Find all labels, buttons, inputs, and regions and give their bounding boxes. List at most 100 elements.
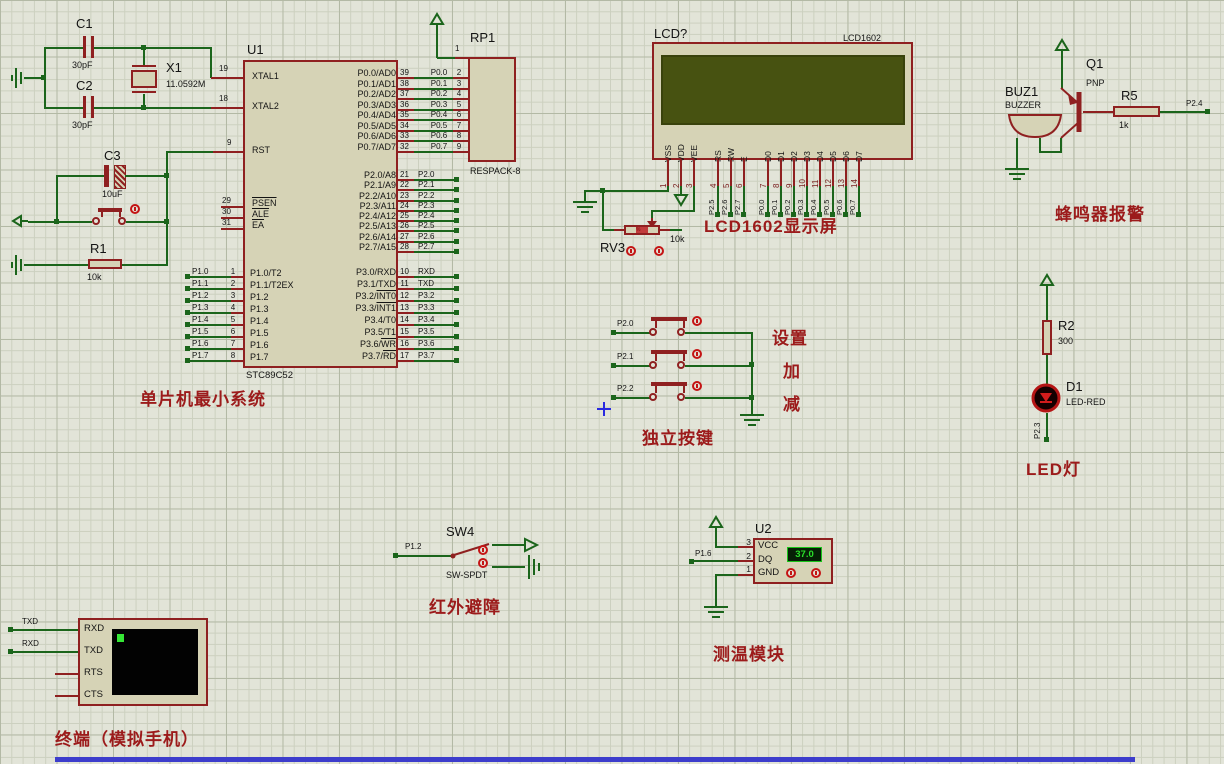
net-label: P0.1 [430, 78, 448, 88]
pin-stub [211, 77, 243, 79]
wire-segment [1016, 138, 1018, 163]
pin-name: P2.4/A12 [358, 211, 396, 222]
net-terminal [1205, 109, 1210, 114]
q1-ref: Q1 [1086, 56, 1104, 71]
net-label: P0.3 [796, 199, 805, 215]
pin-number: 8 [230, 351, 236, 360]
button-actuator[interactable] [692, 316, 702, 326]
u1-part: STC89C52 [246, 370, 293, 381]
horizontal-scrollbar[interactable] [55, 757, 1135, 762]
rv3-decrease-actuator[interactable] [626, 246, 636, 256]
net-label: P1.2 [405, 542, 422, 551]
c3-capacitor[interactable] [104, 165, 109, 187]
pin-number: 25 [400, 211, 409, 221]
wire-segment [166, 151, 168, 266]
pin-number: 4 [230, 303, 236, 312]
reset-button-actuator[interactable] [130, 204, 140, 214]
pin-number: 33 [400, 131, 409, 140]
pin-name: P0.1/AD1 [357, 78, 396, 89]
wire-segment [845, 186, 847, 214]
button-actuator[interactable] [692, 381, 702, 391]
wire-segment [210, 47, 212, 78]
button-contact[interactable] [677, 360, 685, 369]
pin-stub [55, 673, 78, 675]
pin-number: 1 [659, 183, 668, 188]
pin-name: D2 [789, 151, 799, 162]
net-label: P2.2 [617, 384, 634, 393]
rv3-increase-actuator[interactable] [654, 246, 664, 256]
button-post [119, 212, 121, 217]
terminal-screen[interactable] [112, 629, 198, 695]
pin-row: P1.1 2 P1.1/T2EX [185, 278, 405, 291]
net-label: P3.7 [418, 351, 435, 360]
r5-resistor[interactable] [1113, 106, 1160, 117]
pin-number: 3 [685, 183, 694, 188]
u2-temp-down-actuator[interactable] [786, 568, 796, 578]
net-label: P1.6 [695, 549, 712, 558]
wire-segment [715, 574, 717, 603]
wire-segment [603, 229, 614, 231]
button-contact[interactable] [649, 328, 657, 336]
r2-ref: R2 [1058, 318, 1075, 333]
wire-segment [56, 175, 58, 223]
pin-number: 2 [230, 279, 236, 288]
wire-segment [685, 332, 753, 334]
rp1-respack[interactable] [468, 57, 516, 162]
u1-p2-pins: P2.0/A8 21 P2.0 P2.1/A9 22 P2.1 P2.2/A10… [250, 170, 465, 255]
sw4-actuator-up[interactable] [478, 545, 488, 555]
net-label: TXD [418, 279, 434, 288]
button-actuator[interactable] [692, 348, 702, 359]
c2-capacitor[interactable] [83, 96, 86, 118]
wire-segment [189, 360, 231, 362]
wire-segment [832, 186, 834, 214]
button-contact[interactable] [649, 393, 657, 401]
net-label: P0.2 [430, 89, 448, 98]
lcd-ref: LCD? [654, 26, 688, 41]
net-label: P2.2 [418, 190, 435, 200]
label-keys: 独立按键 [642, 429, 714, 448]
d1-led[interactable] [1030, 382, 1062, 414]
pin-stub [398, 251, 414, 254]
net-label: P1.4 [192, 315, 209, 324]
buz1-buzzer[interactable] [1006, 112, 1064, 140]
reset-button[interactable] [92, 217, 100, 225]
sw4-actuator-down[interactable] [478, 558, 488, 568]
label-infrared: 红外避障 [429, 598, 501, 617]
wire-segment [122, 264, 166, 266]
c2-value: 30pF [72, 120, 93, 130]
u1-p0-pins: P0.0/AD0 39 P0.0 2 P0.1/AD1 38 P0.1 3 P0… [250, 68, 468, 154]
pin-number: 2 [672, 183, 681, 188]
reset-button-contact[interactable] [118, 217, 126, 225]
net-label: P0.7 [848, 199, 857, 215]
net-label: P0.6 [430, 131, 448, 140]
pin-number: 3 [746, 537, 751, 547]
power-arrow-right-icon [521, 537, 540, 553]
button-contact[interactable] [677, 393, 685, 401]
r2-resistor[interactable] [1042, 320, 1052, 355]
net-label: P0.3 [430, 99, 448, 109]
net-terminal [454, 228, 459, 234]
wire-segment [743, 186, 745, 214]
u2-temp-up-actuator[interactable] [811, 568, 821, 578]
net-terminal [856, 212, 861, 217]
net-label: P2.7 [733, 199, 742, 215]
pin-name: P2.6/A14 [358, 231, 396, 242]
c1-value: 30pF [72, 60, 93, 70]
button-contact[interactable] [649, 360, 657, 369]
wire-segment [858, 186, 860, 214]
r1-value: 10k [87, 272, 102, 282]
net-label: P1.0 [192, 267, 209, 276]
wire-segment [716, 574, 738, 576]
wire-segment [45, 47, 83, 49]
button-contact[interactable] [677, 328, 685, 336]
r1-resistor[interactable] [88, 259, 122, 269]
pin-row: P1.0 1 P1.0/T2 [185, 266, 405, 279]
wire-segment [437, 57, 455, 59]
label-led: LED灯 [1026, 460, 1081, 479]
c1-capacitor[interactable] [83, 36, 86, 58]
pin-name: P2.3/A11 [359, 200, 396, 211]
x1-crystal[interactable] [131, 70, 157, 88]
button-post [683, 386, 685, 393]
label-key-add: 加 [783, 362, 801, 381]
wire-segment [717, 186, 719, 214]
